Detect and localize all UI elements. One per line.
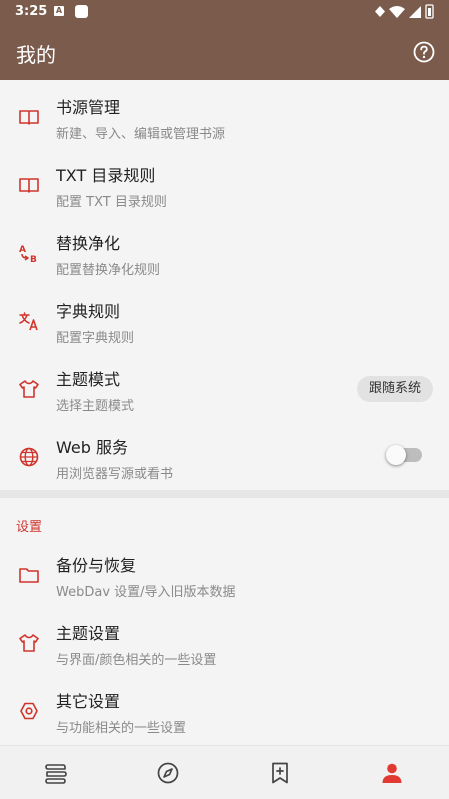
item-title: 其它设置 <box>56 692 121 711</box>
item-subtitle: 选择主题模式 <box>56 399 135 414</box>
folder-icon <box>18 564 40 586</box>
section-divider <box>0 490 449 498</box>
item-subtitle: 用浏览器写源或看书 <box>56 467 174 482</box>
signal-diamond-icon <box>375 6 385 17</box>
person-icon <box>382 763 402 783</box>
item-title: 主题模式 <box>56 370 121 389</box>
translate-icon <box>18 310 40 332</box>
item-title: TXT 目录规则 <box>56 166 156 185</box>
battery-icon <box>425 4 434 19</box>
list-item-backup-restore[interactable]: 备份与恢复 WebDav 设置/导入旧版本数据 <box>0 540 449 608</box>
status-icons <box>373 4 435 23</box>
wifi-icon <box>389 6 405 18</box>
nav-rss[interactable] <box>224 746 336 799</box>
item-subtitle: WebDav 设置/导入旧版本数据 <box>56 585 236 600</box>
globe-icon <box>18 446 40 468</box>
compass-icon <box>157 762 179 784</box>
book-open-icon <box>18 174 40 196</box>
list-item-theme-mode[interactable]: 主题模式 选择主题模式 跟随系统 <box>0 354 449 422</box>
item-title: 替换净化 <box>56 234 121 253</box>
status-time: 3:25 <box>15 4 48 19</box>
book-open-icon <box>18 106 40 128</box>
web-service-toggle[interactable] <box>386 445 422 465</box>
item-subtitle: 与界面/颜色相关的一些设置 <box>56 653 217 668</box>
svg-text:B: B <box>30 255 37 264</box>
status-bar: 3:25 A <box>0 0 449 24</box>
list-item-other-settings[interactable]: 其它设置 与功能相关的一些设置 <box>0 676 449 744</box>
item-title: 备份与恢复 <box>56 556 137 575</box>
item-subtitle: 配置 TXT 目录规则 <box>56 195 167 210</box>
list-item-txt-toc-rule[interactable]: TXT 目录规则 配置 TXT 目录规则 <box>0 150 449 218</box>
item-title: Web 服务 <box>56 438 128 457</box>
item-title: 主题设置 <box>56 624 121 643</box>
nav-my[interactable] <box>336 746 448 799</box>
list-item-web-service[interactable]: Web 服务 用浏览器写源或看书 <box>0 422 449 490</box>
bookmark-add-icon <box>272 762 288 784</box>
toggle-thumb <box>386 445 406 465</box>
notification-square-icon <box>75 5 88 18</box>
my-settings-list: 书源管理 新建、导入、编辑或管理书源 TXT 目录规则 配置 TXT 目录规则 … <box>0 80 449 745</box>
theme-mode-value-chip[interactable]: 跟随系统 <box>356 376 433 402</box>
tshirt-icon <box>18 378 40 400</box>
item-title: 字典规则 <box>56 302 121 321</box>
item-subtitle: 新建、导入、编辑或管理书源 <box>56 127 226 142</box>
nav-explore[interactable] <box>112 746 224 799</box>
hexagon-gear-icon <box>18 700 40 722</box>
notification-a-icon: A <box>54 6 64 16</box>
list-item-dict-rule[interactable]: 字典规则 配置字典规则 <box>0 286 449 354</box>
item-subtitle: 配置字典规则 <box>56 331 135 346</box>
page-title: 我的 <box>16 43 56 67</box>
cell-signal-icon <box>409 6 421 18</box>
list-item-book-source[interactable]: 书源管理 新建、导入、编辑或管理书源 <box>0 82 449 150</box>
item-subtitle: 配置替换净化规则 <box>56 263 161 278</box>
list-item-theme-settings[interactable]: 主题设置 与界面/颜色相关的一些设置 <box>0 608 449 676</box>
help-icon[interactable] <box>412 40 436 64</box>
top-app-bar: 我的 <box>0 24 449 80</box>
section-header-settings: 设置 <box>16 520 43 535</box>
svg-text:A: A <box>19 245 26 255</box>
item-subtitle: 与功能相关的一些设置 <box>56 721 187 736</box>
item-title: 书源管理 <box>56 98 121 117</box>
tshirt-icon <box>18 632 40 654</box>
list-item-replace-rule[interactable]: A B 替换净化 配置替换净化规则 <box>0 218 449 286</box>
bookshelf-icon <box>45 764 67 784</box>
nav-bookshelf[interactable] <box>0 746 112 799</box>
replace-ab-icon: A B <box>18 242 40 265</box>
bottom-navigation <box>0 745 449 799</box>
